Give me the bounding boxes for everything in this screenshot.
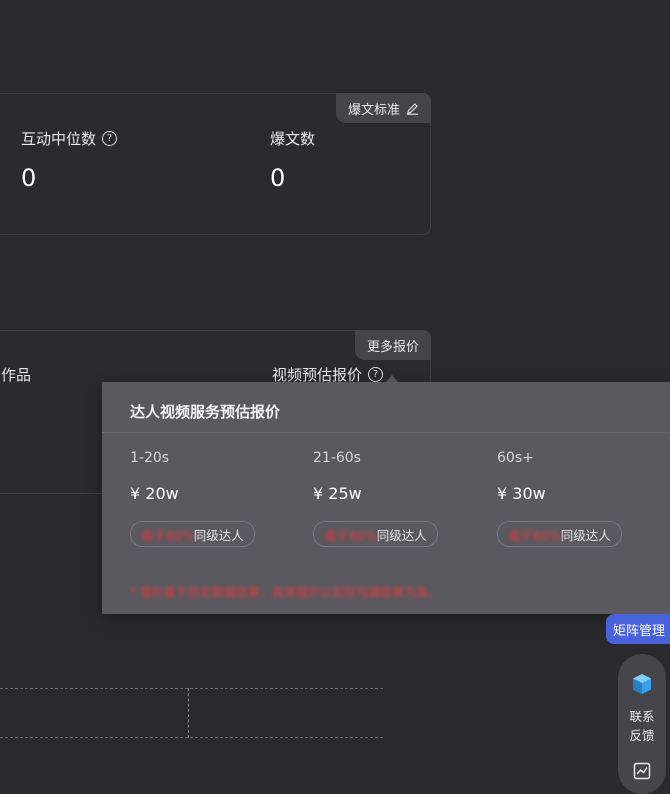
price-column-1-20s: 1-20s ¥ 20w 高于80% 同级达人 <box>130 450 255 547</box>
floating-toolbar: 联系 反馈 <box>618 654 666 794</box>
feedback-cube-icon[interactable] <box>630 672 654 696</box>
popover-title: 达人视频服务预估报价 <box>130 403 281 421</box>
price-value: ¥ 30w <box>497 484 546 503</box>
viral-standard-button[interactable]: 爆文标准 <box>335 93 431 123</box>
video-quote-popover: 达人视频服务预估报价 1-20s ¥ 20w 高于80% 同级达人 21-60s… <box>102 382 670 614</box>
viral-count-value: 0 <box>270 164 286 192</box>
matrix-management-button[interactable]: 矩阵管理 <box>606 614 670 644</box>
price-value: ¥ 20w <box>130 484 179 503</box>
peer-compare-badge: 高于80% 同级达人 <box>313 521 438 547</box>
chart-gridline <box>0 737 383 738</box>
edit-icon <box>406 102 419 115</box>
chart-hover-line <box>188 688 189 738</box>
viral-count-label: 爆文数 <box>270 130 316 148</box>
chart-gridline <box>0 688 383 689</box>
median-interaction-label: 互动中位数 ? <box>21 128 118 149</box>
price-value: ¥ 25w <box>313 484 362 503</box>
works-label: 作品 <box>1 366 32 384</box>
peer-compare-badge: 高于80% 同级达人 <box>497 521 622 547</box>
duration-label: 1-20s <box>130 450 170 466</box>
viral-standard-label: 爆文标准 <box>347 102 400 118</box>
help-icon[interactable]: ? <box>102 131 118 146</box>
popover-disclaimer: * 报价基于历史数据估算，具体报价以实际沟通结果为准。 <box>130 585 440 599</box>
median-interaction-value: 0 <box>21 164 37 192</box>
help-icon[interactable]: ? <box>368 367 384 382</box>
price-column-60s-plus: 60s+ ¥ 30w 高于80% 同级达人 <box>497 450 622 547</box>
interaction-stats-panel: 爆文标准 互动中位数 ? 0 爆文数 0 <box>0 93 431 235</box>
duration-label: 21-60s <box>313 450 361 466</box>
more-quotes-label: 更多报价 <box>366 339 419 355</box>
chart-icon[interactable] <box>632 761 652 781</box>
matrix-management-label: 矩阵管理 <box>612 623 665 639</box>
peer-compare-badge: 高于80% 同级达人 <box>130 521 255 547</box>
more-quotes-button[interactable]: 更多报价 <box>354 330 431 360</box>
duration-label: 60s+ <box>497 450 534 466</box>
popover-divider <box>102 432 670 433</box>
contact-feedback-button[interactable]: 联系 反馈 <box>618 707 666 745</box>
price-column-21-60s: 21-60s ¥ 25w 高于80% 同级达人 <box>313 450 438 547</box>
